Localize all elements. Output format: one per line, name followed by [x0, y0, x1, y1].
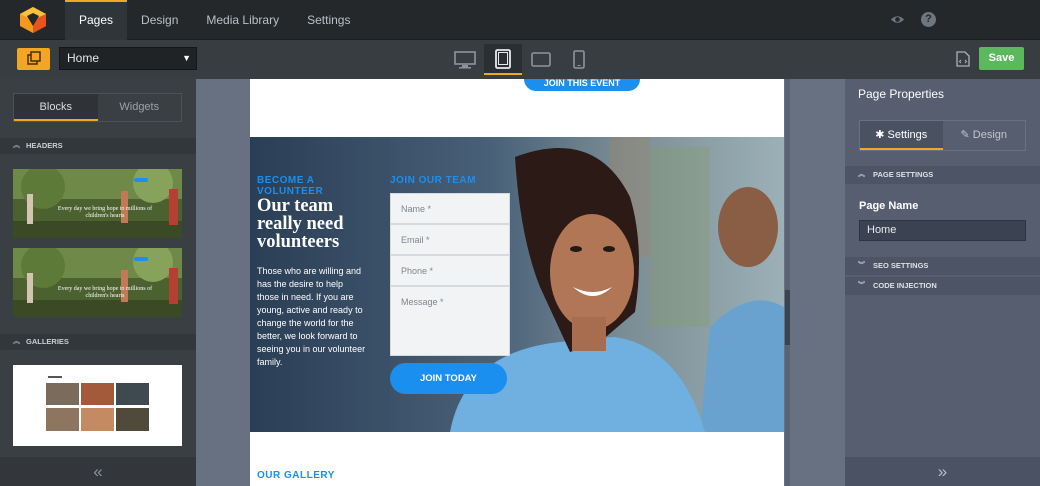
- section-page-settings[interactable]: ︽ PAGE SETTINGS: [845, 166, 1040, 184]
- gallery-thumbnail-image: [46, 376, 149, 431]
- tab-blocks[interactable]: Blocks: [14, 94, 98, 121]
- section-label: SEO SETTINGS: [873, 261, 929, 270]
- device-switcher: [446, 44, 598, 75]
- join-today-button[interactable]: JOIN TODAY: [390, 363, 507, 394]
- mobile-icon: [573, 50, 585, 69]
- header-block-thumbnail[interactable]: Every day we bring hope to millions of c…: [13, 169, 182, 238]
- collapse-right-panel-icon[interactable]: »: [845, 457, 1040, 486]
- chevron-down-icon: ︾: [858, 262, 865, 269]
- section-label: GALLERIES: [26, 337, 69, 346]
- gallery-title: OUR GALLERY: [257, 470, 335, 481]
- pages-panel-button[interactable]: [17, 48, 50, 70]
- collapse-left-panel-icon[interactable]: «: [0, 457, 196, 486]
- section-label: CODE INJECTION: [873, 281, 937, 290]
- tab-design[interactable]: Design: [127, 0, 192, 40]
- desktop-view-button[interactable]: [446, 44, 484, 75]
- tablet-icon: [495, 48, 511, 69]
- properties-tabs: ✱ Settings ✎ Design: [859, 120, 1026, 151]
- email-field[interactable]: Email *: [390, 224, 510, 255]
- help-icon[interactable]: ?: [921, 12, 936, 27]
- page-name-label: Page Name: [859, 200, 919, 212]
- canvas-scrollbar[interactable]: [785, 79, 790, 486]
- blocks-widgets-tabs: Blocks Widgets: [13, 93, 182, 122]
- header-thumbnail-image: [13, 169, 182, 238]
- app-logo-icon[interactable]: [18, 6, 48, 34]
- join-team-label: JOIN OUR TEAM: [390, 175, 476, 186]
- volunteer-title: Our team really need volunteers: [257, 196, 344, 252]
- main-nav: Pages Design Media Library Settings: [65, 0, 364, 40]
- volunteer-description: Those who are willing and has the desire…: [257, 266, 366, 367]
- header-thumbnail-caption: Every day we bring hope to millions of c…: [57, 286, 153, 299]
- tablet-landscape-icon: [531, 52, 551, 67]
- section-code-injection[interactable]: ︾ CODE INJECTION: [845, 277, 1040, 295]
- section-seo-settings[interactable]: ︾ SEO SETTINGS: [845, 257, 1040, 275]
- page-select-value: Home: [67, 51, 100, 65]
- save-button[interactable]: Save: [979, 47, 1024, 70]
- tablet-view-button[interactable]: [484, 44, 522, 75]
- tab-widgets[interactable]: Widgets: [98, 94, 182, 121]
- copy-pages-icon: [27, 51, 41, 65]
- gallery-block-thumbnail[interactable]: [13, 365, 182, 446]
- page-properties-panel: Page Properties ✱ Settings ✎ Design ︽ PA…: [845, 79, 1040, 486]
- volunteer-section[interactable]: BECOME A VOLUNTEER Our team really need …: [250, 137, 784, 432]
- chevron-down-icon: ︾: [858, 282, 865, 289]
- section-headers[interactable]: ︽ HEADERS: [0, 138, 196, 154]
- section-label: HEADERS: [26, 141, 63, 150]
- tab-settings-properties[interactable]: ✱ Settings: [860, 121, 943, 150]
- mobile-view-button[interactable]: [560, 44, 598, 75]
- section-galleries[interactable]: ︽ GALLERIES: [0, 334, 196, 350]
- editor-toolbar: Home ▼ Save: [0, 40, 1040, 79]
- brush-icon: ✎: [960, 129, 973, 141]
- tab-design-properties[interactable]: ✎ Design: [943, 121, 1026, 150]
- page-preview: JOIN THIS EVENT BECOME A VOLUNTEER Our t…: [250, 79, 784, 486]
- tablet-landscape-view-button[interactable]: [522, 44, 560, 75]
- tab-settings[interactable]: Settings: [293, 0, 364, 40]
- become-volunteer-label: BECOME A VOLUNTEER: [257, 175, 324, 197]
- chevron-up-icon: ︽: [13, 142, 20, 149]
- page-select[interactable]: Home ▼: [59, 47, 197, 70]
- page-name-input[interactable]: Home: [859, 220, 1026, 241]
- join-event-button[interactable]: JOIN THIS EVENT: [524, 79, 640, 91]
- chevron-up-icon: ︽: [858, 171, 865, 178]
- top-actions: ?: [890, 12, 936, 27]
- gear-icon: ✱: [875, 129, 888, 141]
- name-field[interactable]: Name *: [390, 193, 510, 224]
- desktop-icon: [454, 50, 476, 68]
- tab-label: Design: [972, 129, 1008, 141]
- message-field[interactable]: Message *: [390, 286, 510, 356]
- eye-icon[interactable]: [890, 12, 905, 27]
- blocks-panel: Blocks Widgets ︽ HEADERS Every day we br…: [0, 79, 196, 486]
- top-bar: Pages Design Media Library Settings ?: [0, 0, 1040, 40]
- tab-label: Settings: [887, 129, 928, 141]
- header-thumbnail-caption: Every day we bring hope to millions of c…: [57, 206, 153, 219]
- section-label: PAGE SETTINGS: [873, 170, 934, 179]
- header-thumbnail-image: [13, 248, 182, 317]
- canvas-scrollbar-thumb[interactable]: [785, 290, 790, 345]
- tab-media-library[interactable]: Media Library: [192, 0, 293, 40]
- phone-field[interactable]: Phone *: [390, 255, 510, 286]
- panel-title: Page Properties: [858, 87, 945, 101]
- file-code-icon[interactable]: [956, 51, 970, 67]
- header-block-thumbnail-2[interactable]: Every day we bring hope to millions of c…: [13, 248, 182, 317]
- chevron-down-icon: ▼: [182, 53, 191, 63]
- tab-pages[interactable]: Pages: [65, 0, 128, 40]
- chevron-up-icon: ︽: [13, 338, 20, 345]
